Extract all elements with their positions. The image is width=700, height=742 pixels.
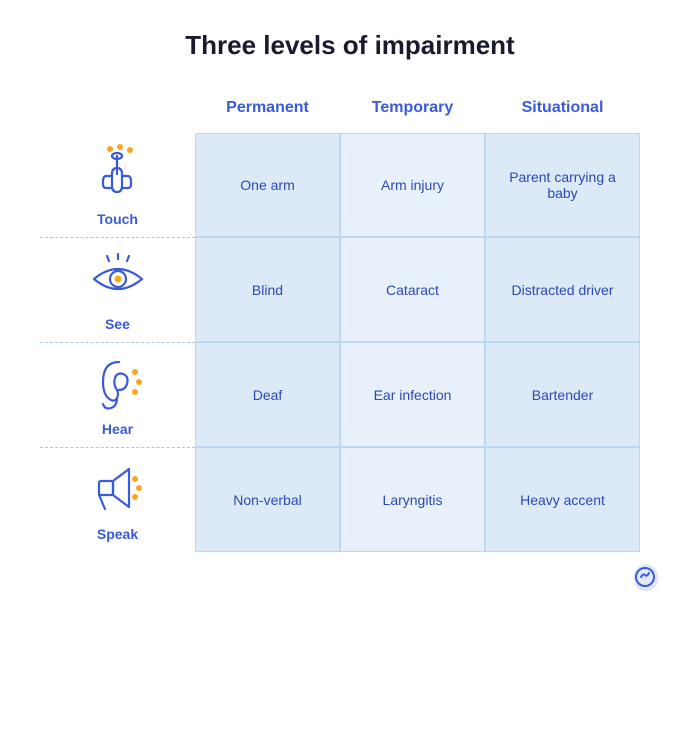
see-label: See [105,316,130,332]
hear-permanent: Deaf [195,342,340,447]
hear-label: Hear [102,421,133,437]
touch-permanent: One arm [195,133,340,237]
table-grid: Permanent Temporary Situational [40,89,660,552]
speak-icon [88,458,148,518]
hear-icon [88,353,148,413]
impairment-table: Permanent Temporary Situational [40,89,660,552]
touch-situational: Parent carrying a baby [485,133,640,237]
footer [40,562,660,592]
row-label-see: See [40,237,195,342]
page-title: Three levels of impairment [185,30,514,61]
header-empty [40,89,195,133]
speak-permanent: Non-verbal [195,447,340,552]
row-label-touch: Touch [40,133,195,237]
see-situational: Distracted driver [485,237,640,342]
speak-label: Speak [97,526,138,542]
header-permanent: Permanent [195,89,340,133]
touch-temporary: Arm injury [340,133,485,237]
see-temporary: Cataract [340,237,485,342]
row-label-speak: Speak [40,447,195,552]
see-permanent: Blind [195,237,340,342]
brand-logo-icon [630,562,660,592]
speak-temporary: Laryngitis [340,447,485,552]
speak-situational: Heavy accent [485,447,640,552]
hear-situational: Bartender [485,342,640,447]
see-icon [88,248,148,308]
header-situational: Situational [485,89,640,133]
hear-temporary: Ear infection [340,342,485,447]
touch-icon [88,143,148,203]
row-label-hear: Hear [40,342,195,447]
header-temporary: Temporary [340,89,485,133]
touch-label: Touch [97,211,138,227]
